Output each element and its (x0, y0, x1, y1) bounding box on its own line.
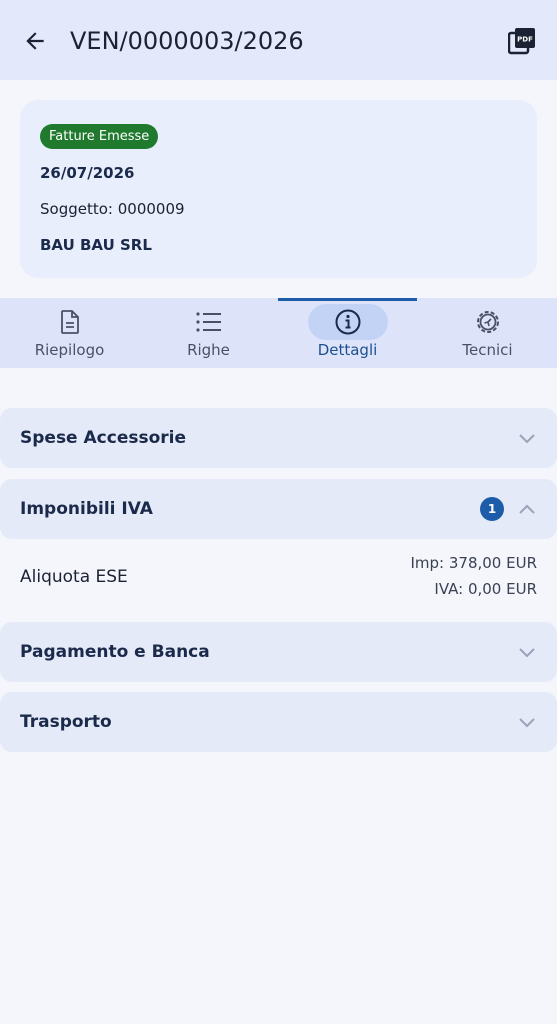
section-title: Imponibili IVA (20, 499, 153, 519)
list-icon (195, 312, 221, 332)
vat-row: Aliquota ESE Imp: 378,00 EUR IVA: 0,00 E… (0, 545, 557, 607)
pdf-icon-text: PDF (517, 36, 533, 44)
document-card: Fatture Emesse 26/07/2026 Soggetto: 0000… (20, 100, 537, 278)
pdf-icon: PDF (508, 28, 535, 55)
active-tab-indicator (278, 298, 417, 301)
document-subject: Soggetto: 0000009 (40, 200, 185, 218)
tab-label: Riepilogo (34, 341, 105, 359)
tab-dettagli[interactable]: Dettagli (278, 298, 417, 368)
pdf-button[interactable]: PDF (505, 24, 539, 58)
vat-rate-label: Aliquota ESE (20, 567, 128, 587)
app-bar: VEN/0000003/2026 PDF (0, 0, 557, 80)
document-type-badge: Fatture Emesse (40, 124, 159, 149)
count-badge: 1 (480, 497, 504, 521)
section-spese-accessorie[interactable]: Spese Accessorie (0, 408, 557, 468)
chevron-down-icon (519, 648, 535, 658)
section-pagamento-banca[interactable]: Pagamento e Banca (0, 622, 557, 682)
section-trasporto[interactable]: Trasporto (0, 692, 557, 752)
gear-icon (476, 311, 499, 333)
document-icon (60, 310, 79, 334)
tab-label: Righe (187, 341, 230, 359)
page-title: VEN/0000003/2026 (70, 27, 304, 55)
chevron-down-icon (519, 434, 535, 444)
tab-tecnici[interactable]: Tecnici (418, 298, 557, 368)
arrow-left-icon (26, 32, 44, 50)
tab-righe[interactable]: Righe (139, 298, 278, 368)
back-button[interactable] (18, 24, 52, 58)
section-title: Pagamento e Banca (20, 642, 210, 662)
tab-riepilogo[interactable]: Riepilogo (0, 298, 139, 368)
section-title: Spese Accessorie (20, 428, 187, 448)
document-date: 26/07/2026 (40, 164, 135, 182)
vat-tax-amount: IVA: 0,00 EUR (434, 580, 537, 598)
section-imponibili-iva[interactable]: Imponibili IVA 1 (0, 479, 557, 539)
chevron-up-icon (519, 504, 535, 514)
tab-label: Tecnici (462, 341, 513, 359)
vat-taxable-amount: Imp: 378,00 EUR (410, 554, 537, 572)
company-name: BAU BAU SRL (40, 236, 152, 254)
tab-label: Dettagli (317, 341, 378, 359)
info-icon (335, 309, 360, 335)
chevron-down-icon (519, 718, 535, 728)
tab-bar: Riepilogo Righe Dettagli Tecnici (0, 298, 557, 368)
section-title: Trasporto (20, 712, 112, 732)
